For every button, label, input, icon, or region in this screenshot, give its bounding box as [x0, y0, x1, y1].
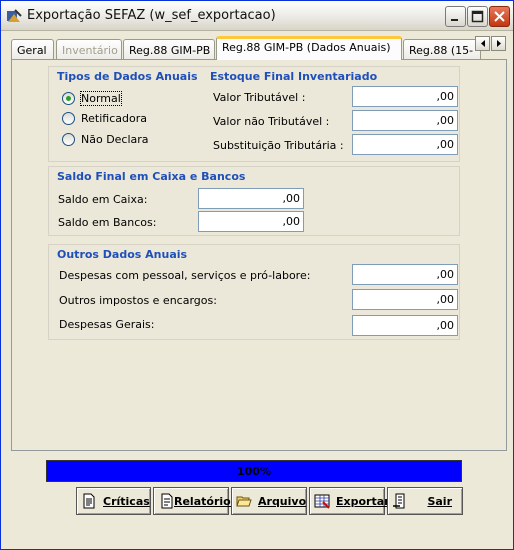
- substituicao-tributaria-field[interactable]: ,00: [352, 134, 458, 155]
- sair-button[interactable]: Sair: [387, 487, 463, 515]
- valor-tributavel-label: Valor Tributável :: [213, 91, 306, 104]
- radio-normal[interactable]: Normal: [62, 90, 122, 106]
- window-title: Exportação SEFAZ (w_sef_exportacao): [27, 8, 276, 23]
- despesas-pessoal-field[interactable]: ,00: [352, 264, 458, 285]
- title-bar[interactable]: Exportação SEFAZ (w_sef_exportacao): [1, 1, 513, 31]
- saldo-bancos-label: Saldo em Bancos:: [58, 216, 157, 229]
- maximize-button[interactable]: [467, 6, 488, 27]
- document-icon: [83, 493, 95, 509]
- despesas-pessoal-label: Despesas com pessoal, serviços e pró-lab…: [59, 269, 311, 282]
- tab-scroll-right-button[interactable]: [491, 36, 506, 51]
- relatorios-button[interactable]: Relatórios: [153, 487, 237, 515]
- saldo-caixa-field[interactable]: ,00: [198, 188, 304, 209]
- progress-bar: 100%: [46, 460, 462, 482]
- valor-tributavel-field[interactable]: ,00: [352, 86, 458, 107]
- radio-retificadora[interactable]: Retificadora: [62, 110, 147, 126]
- valor-nao-tributavel-label: Valor não Tributável :: [213, 115, 330, 128]
- tab-reg88-gim-pb[interactable]: Reg.88 GIM-PB: [123, 39, 215, 60]
- tab-label: Reg.88 GIM-PB (Dados Anuais): [222, 41, 391, 54]
- arquivo-button[interactable]: Arquivo: [231, 487, 307, 515]
- radio-nao-declara[interactable]: Não Declara: [62, 131, 149, 147]
- tab-geral[interactable]: Geral: [11, 39, 54, 60]
- exit-icon: [393, 493, 405, 509]
- main-window: Exportação SEFAZ (w_sef_exportacao) Gera…: [0, 0, 514, 550]
- exportar-button[interactable]: Exportar: [309, 487, 390, 515]
- button-label: Críticas: [103, 494, 150, 508]
- saldo-caixa-label: Saldo em Caixa:: [58, 193, 148, 206]
- criticas-button[interactable]: Críticas: [76, 487, 151, 515]
- despesas-gerais-label: Despesas Gerais:: [59, 318, 155, 331]
- tab-label: Reg.88 GIM-PB: [129, 44, 211, 57]
- tab-label: Inventário: [62, 44, 118, 57]
- outros-impostos-label: Outros impostos e encargos:: [59, 294, 217, 307]
- minimize-button[interactable]: [445, 6, 466, 27]
- tab-inventario: Inventário: [56, 39, 122, 60]
- tab-strip: Geral Inventário Reg.88 GIM-PB Reg.88 GI…: [11, 36, 507, 60]
- report-icon: [161, 493, 173, 509]
- despesas-gerais-field[interactable]: ,00: [352, 315, 458, 336]
- tab-panel: Tipos de Dados Anuais Normal Retificador…: [11, 59, 507, 451]
- button-label: Exportar: [336, 494, 390, 508]
- substituicao-tributaria-label: Substituição Tributária :: [213, 139, 344, 152]
- button-label: Relatórios: [174, 494, 238, 508]
- chevron-left-icon: [481, 40, 485, 47]
- radio-label: Não Declara: [81, 132, 149, 146]
- tab-label: Reg.88 (15-: [409, 44, 474, 57]
- tab-reg88-dados-anuais[interactable]: Reg.88 GIM-PB (Dados Anuais): [216, 36, 402, 60]
- tab-scroll-left-button[interactable]: [475, 36, 490, 51]
- radio-button[interactable]: [62, 132, 75, 146]
- estoque-title: Estoque Final Inventariado: [210, 70, 378, 83]
- tipos-title: Tipos de Dados Anuais: [57, 70, 198, 83]
- saldo-title: Saldo Final em Caixa e Bancos: [57, 170, 246, 183]
- radio-button[interactable]: [62, 91, 75, 105]
- outros-impostos-field[interactable]: ,00: [352, 289, 458, 310]
- tab-reg88-15[interactable]: Reg.88 (15-: [403, 39, 481, 60]
- radio-label: Retificadora: [81, 111, 147, 125]
- outros-title: Outros Dados Anuais: [57, 248, 188, 261]
- saldo-bancos-field[interactable]: ,00: [198, 211, 304, 232]
- radio-label: Normal: [80, 90, 122, 106]
- tab-label: Geral: [17, 44, 47, 57]
- progress-text: 100%: [237, 465, 271, 478]
- radio-button[interactable]: [62, 111, 75, 125]
- valor-nao-tributavel-field[interactable]: ,00: [352, 110, 458, 131]
- button-label: Sair: [427, 494, 452, 508]
- close-button[interactable]: [489, 6, 510, 27]
- app-icon: [6, 8, 22, 24]
- folder-open-icon: [236, 496, 252, 507]
- chevron-right-icon: [497, 40, 501, 47]
- button-label: Arquivo: [258, 494, 307, 508]
- export-icon: [314, 494, 330, 509]
